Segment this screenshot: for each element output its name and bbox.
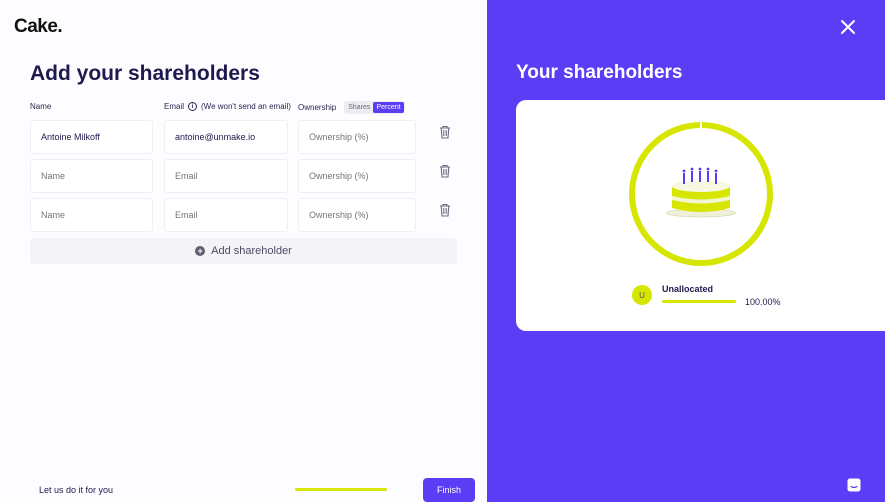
add-shareholder-label: Add shareholder (211, 245, 292, 257)
page-title: Add your shareholders (30, 62, 260, 85)
ownership-input[interactable] (298, 159, 416, 193)
email-input[interactable] (164, 120, 288, 154)
email-note: (We won't send an email) (201, 102, 291, 111)
toggle-percent[interactable]: Percent (373, 102, 404, 113)
email-header-label: Email (164, 102, 185, 111)
trash-icon[interactable] (438, 164, 452, 178)
legend-percent: 100.00% (745, 297, 781, 307)
help-link[interactable]: Let us do it for you (39, 485, 113, 495)
email-input[interactable] (164, 198, 288, 232)
ownership-header-label: Ownership (298, 103, 337, 112)
summary-title: Your shareholders (516, 62, 683, 83)
ownership-input[interactable] (298, 120, 416, 154)
info-icon[interactable]: i (188, 102, 198, 111)
name-input[interactable] (30, 159, 153, 193)
finish-button[interactable]: Finish (423, 478, 475, 502)
ownership-mode-toggle[interactable]: Shares Percent (344, 101, 405, 114)
shareholders-card: U Unallocated 100.00% (516, 100, 885, 331)
chat-icon[interactable] (847, 478, 861, 492)
trash-icon[interactable] (438, 203, 452, 217)
legend-bar (662, 300, 736, 303)
email-input[interactable] (164, 159, 288, 193)
email-column-header: Email i (We won't send an email) (164, 102, 291, 111)
ownership-column-header: Ownership Shares Percent (298, 101, 405, 114)
close-icon[interactable] (839, 18, 857, 36)
plus-icon: + (195, 246, 206, 256)
progress-bar (295, 488, 387, 491)
name-input[interactable] (30, 198, 153, 232)
name-column-header: Name (30, 102, 51, 111)
ownership-input[interactable] (298, 198, 416, 232)
summary-panel: Your shareholders U Unallocated 100.00% (487, 0, 885, 502)
name-header-label: Name (30, 102, 52, 111)
form-panel: Cake. Add your shareholders Name Email i… (0, 0, 487, 502)
logo[interactable]: Cake. (14, 16, 63, 38)
toggle-shares[interactable]: Shares (345, 102, 373, 113)
avatar: U (632, 285, 652, 305)
name-input[interactable] (30, 120, 153, 154)
cake-icon (665, 167, 737, 218)
add-shareholder-button[interactable]: + Add shareholder (30, 238, 457, 264)
trash-icon[interactable] (438, 125, 452, 139)
legend-label: Unallocated (662, 284, 714, 294)
ownership-donut-chart (629, 122, 773, 266)
